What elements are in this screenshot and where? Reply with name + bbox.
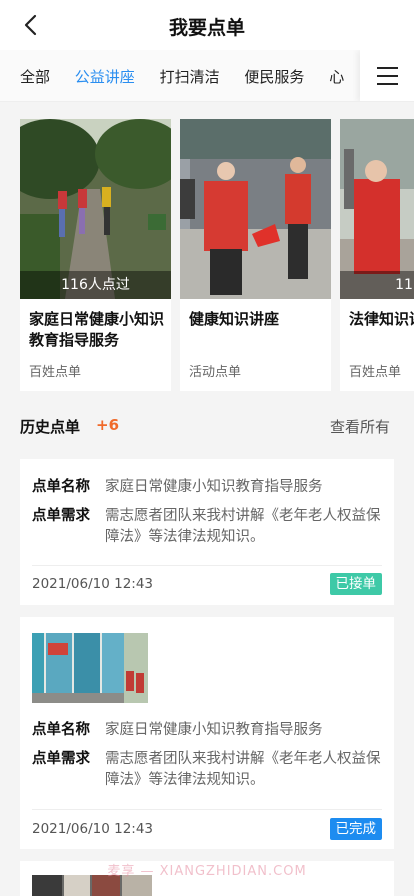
card-title: 健康知识讲座 (189, 310, 280, 328)
tab-more[interactable]: 心 (329, 66, 344, 87)
tab-all[interactable]: 全部 (20, 66, 50, 87)
order-demand-label: 点单需求 (32, 508, 90, 524)
order-name-value: 家庭日常健康小知识教育指导服务 (105, 479, 323, 495)
watermark: 麦享 — XIANGZHIDIAN.COM (107, 864, 307, 879)
order-date: 2021/06/10 12:43 (32, 576, 154, 592)
card-tag: 百姓点单 (349, 365, 402, 380)
order-demand-value: 需志愿者团队来我村讲解《老年老人权益保障法》等法律法规知识。 (105, 508, 381, 545)
service-card[interactable]: 116人 法律知识讲座 百姓点单 (340, 119, 414, 391)
card-title: 家庭日常健康小知识教育指导服务 (29, 310, 165, 349)
order-name-label: 点单名称 (32, 722, 90, 738)
menu-icon[interactable] (360, 50, 414, 101)
order-card[interactable]: 点单名称 家庭日常健康小知识教育指导服务 点单需求 需志愿者团队来我村讲解《老年… (20, 617, 394, 849)
order-demand-value: 需志愿者团队来我村讲解《老年老人权益保障法》等法律法规知识。 (105, 751, 381, 788)
page-title: 我要点单 (168, 17, 245, 39)
history-title: 历史点单 (20, 418, 81, 436)
order-demand-label: 点单需求 (32, 751, 90, 767)
history-count-badge: +6 (96, 416, 120, 434)
order-name-value: 家庭日常健康小知识教育指导服务 (105, 722, 323, 738)
service-card[interactable]: 116人点过 家庭日常健康小知识教育指导服务 百姓点单 (20, 119, 171, 391)
view-count: 116人 (340, 271, 414, 299)
card-photo: 116人点过 (20, 119, 171, 299)
status-badge: 已接单 (329, 573, 382, 595)
card-photo (180, 119, 331, 299)
view-count: 116人点过 (20, 271, 171, 299)
card-photo: 116人 (340, 119, 414, 299)
order-card[interactable]: 点单名称 家庭日常健康小知识教育指导服务 点单需求 需志愿者团队来我村讲解《老年… (20, 459, 394, 605)
card-tag: 百姓点单 (29, 365, 82, 380)
divider (32, 565, 382, 566)
order-name-label: 点单名称 (32, 479, 90, 495)
status-badge: 已完成 (329, 818, 382, 840)
divider (32, 809, 382, 810)
service-card-list: 116人点过 家庭日常健康小知识教育指导服务 百姓点单 健康知识讲座 活动点单 (20, 119, 414, 391)
order-date: 2021/06/10 12:43 (32, 821, 154, 837)
view-all-link[interactable]: 查看所有 (330, 416, 390, 437)
tab-convenience-service[interactable]: 便民服务 (244, 66, 304, 87)
card-tag: 活动点单 (189, 365, 242, 380)
order-photo (32, 633, 148, 703)
card-title: 法律知识讲座 (349, 310, 414, 328)
category-tabs: 全部 公益讲座 打扫清洁 便民服务 心 (0, 50, 414, 102)
tab-public-lecture[interactable]: 公益讲座 (75, 66, 135, 87)
top-bar: 我要点单 (0, 0, 414, 50)
tab-cleaning[interactable]: 打扫清洁 (160, 66, 220, 87)
service-card[interactable]: 健康知识讲座 活动点单 (180, 119, 331, 391)
